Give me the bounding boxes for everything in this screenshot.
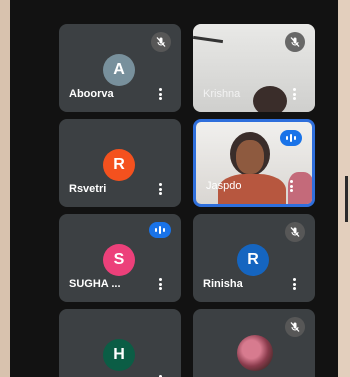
- participant-name: Rinisha: [203, 278, 243, 290]
- participant-name: Rsvetri: [69, 183, 107, 195]
- participant-name: Aboorva: [69, 88, 114, 100]
- participant-name: Krishna: [203, 88, 241, 100]
- avatar-image: [237, 335, 273, 371]
- audio-level-icon: [149, 222, 171, 238]
- participant-name: Jaspdo: [206, 180, 242, 192]
- audio-level-icon: [280, 130, 302, 146]
- device-edge: [338, 0, 350, 377]
- avatar: H: [103, 339, 135, 371]
- mic-off-icon: [151, 32, 171, 52]
- participant-tile-rinisha[interactable]: R Rinisha: [193, 214, 315, 302]
- participant-name: SUGHA ...: [69, 278, 121, 290]
- participant-tile-krishna[interactable]: Krishna: [193, 24, 315, 112]
- participant-tile-rsvetri[interactable]: R Rsvetri: [59, 119, 181, 207]
- more-vert-icon[interactable]: [293, 88, 297, 100]
- video-person-face: [236, 140, 264, 174]
- participant-tile-h[interactable]: H: [59, 309, 181, 377]
- avatar: A: [103, 54, 135, 86]
- video-person: [253, 86, 287, 112]
- avatar: R: [103, 149, 135, 181]
- avatar: S: [103, 244, 135, 276]
- participant-tile-sugha[interactable]: S SUGHA ...: [59, 214, 181, 302]
- device-edge-mark: [345, 176, 348, 222]
- more-vert-icon[interactable]: [293, 278, 297, 290]
- more-vert-icon[interactable]: [159, 278, 163, 290]
- mic-off-icon: [285, 32, 305, 52]
- avatar: R: [237, 244, 269, 276]
- mic-off-icon: [285, 317, 305, 337]
- participant-tile-aboorva[interactable]: A Aboorva: [59, 24, 181, 112]
- participant-tile-jaspdo[interactable]: Jaspdo: [193, 119, 315, 207]
- more-vert-icon[interactable]: [290, 180, 294, 192]
- participant-tile-picture[interactable]: [193, 309, 315, 377]
- more-vert-icon[interactable]: [159, 88, 163, 100]
- mic-off-icon: [285, 222, 305, 242]
- more-vert-icon[interactable]: [159, 183, 163, 195]
